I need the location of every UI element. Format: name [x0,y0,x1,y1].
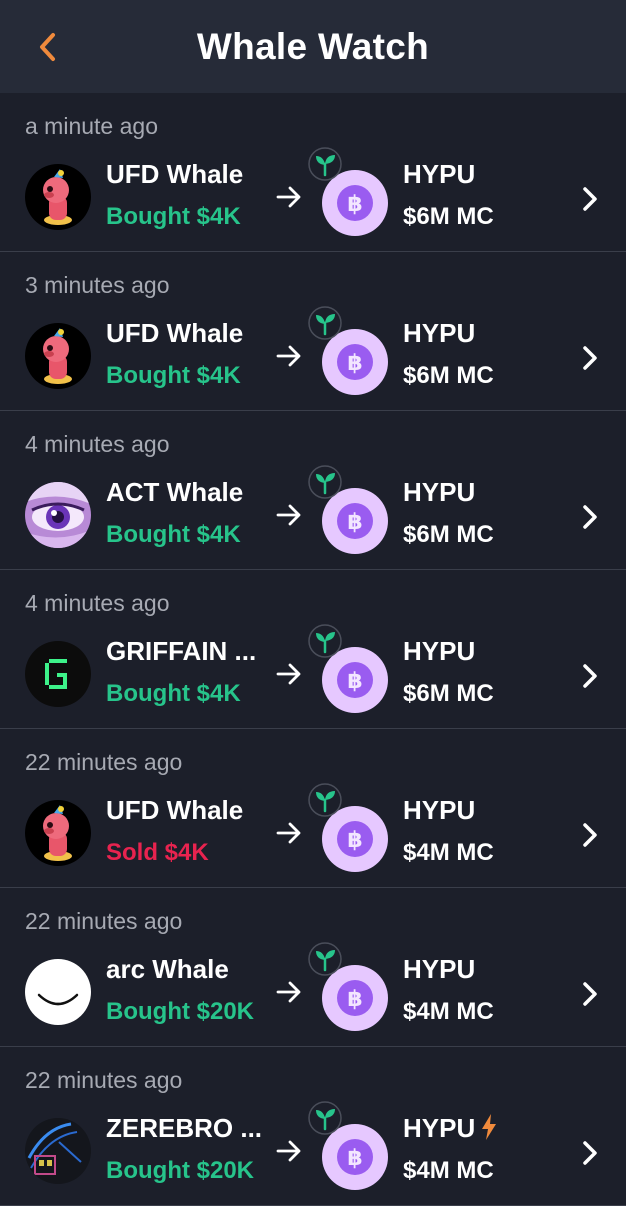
whale-name: UFD Whale [106,318,244,348]
list-item[interactable]: 4 minutes ago ACT Whale Bought $4K ฿ HYPU $6M… [0,411,626,570]
time-label: a minute ago [25,113,158,139]
chevron-right-icon [580,980,600,1008]
list-item[interactable]: a minute ago UFD Whale Bought $4K ฿ HYPU $6M … [0,93,626,252]
list-item[interactable]: 3 minutes ago UFD Whale Bought $4K ฿ HYPU $6M… [0,252,626,411]
whale-name: GRIFFAIN ... [106,636,257,666]
chevron-right-icon [580,821,600,849]
whale-avatar [25,164,91,230]
trade-amount: Sold $4K [106,839,209,866]
chevron-right-icon [580,662,600,690]
time-label: 22 minutes ago [25,1067,183,1093]
token-name: HYPU [403,159,475,190]
arrow-right-icon [275,342,303,370]
svg-text:฿: ฿ [347,828,362,853]
whale-avatar [25,323,91,389]
token-symbol: HYPU [403,318,476,348]
time-label: 22 minutes ago [25,749,183,775]
sprout-icon [308,1101,342,1135]
arrow-right-icon [275,1137,303,1165]
chevron-right-icon [580,344,600,372]
arrow-right-icon [275,501,303,529]
svg-text:฿: ฿ [347,669,362,694]
token-symbol: HYPU [403,159,476,189]
whale-avatar [25,800,91,866]
back-button[interactable] [30,28,64,66]
token-name: HYPU [403,636,475,667]
market-cap: $6M MC [403,362,494,389]
token-symbol: HYPU [403,1113,476,1143]
list-item[interactable]: 22 minutes ago UFD Whale Sold $4K ฿ HYPU $4M … [0,729,626,888]
market-cap: $4M MC [403,839,494,866]
arrow-right-icon [275,819,303,847]
token-symbol: HYPU [403,636,476,666]
svg-text:฿: ฿ [347,192,362,217]
chevron-left-icon [40,33,55,61]
svg-text:฿: ฿ [347,351,362,376]
whale-avatar [25,959,91,1025]
token-name: HYPU [403,477,475,508]
trade-amount: Bought $20K [106,1157,255,1184]
time-label: 4 minutes ago [25,590,170,616]
list-item[interactable]: 4 minutes ago GRIFFAIN ... Bought $4K ฿ HYPU… [0,570,626,729]
svg-text:฿: ฿ [347,510,362,535]
sprout-icon [308,942,342,976]
arrow-right-icon [275,183,303,211]
sprout-icon [308,465,342,499]
lightning-icon [482,1114,497,1140]
whale-avatar [25,482,91,548]
token-name: HYPU [403,954,475,985]
chevron-right-icon [580,1139,600,1167]
token-name: HYPU [403,795,475,826]
chevron-right-icon [580,503,600,531]
whale-avatar [25,641,91,707]
trade-amount: Bought $4K [106,203,241,230]
svg-text:฿: ฿ [347,1146,362,1171]
market-cap: $6M MC [403,203,494,230]
whale-name: UFD Whale [106,159,244,189]
time-label: 3 minutes ago [25,272,170,298]
token-name: HYPU [403,1113,497,1144]
arrow-right-icon [275,978,303,1006]
trade-amount: Bought $4K [106,680,241,707]
trade-amount: Bought $20K [106,998,255,1025]
trade-amount: Bought $4K [106,521,241,548]
market-cap: $4M MC [403,998,494,1025]
market-cap: $6M MC [403,521,494,548]
sprout-icon [308,306,342,340]
list-item[interactable]: 22 minutes ago ZEREBRO ... Bought $20K ฿ HYP… [0,1047,626,1206]
token-symbol: HYPU [403,477,476,507]
whale-activity-list: a minute ago UFD Whale Bought $4K ฿ HYPU $6M … [0,93,626,1206]
sprout-icon [308,624,342,658]
whale-name: arc Whale [106,954,229,984]
token-symbol: HYPU [403,954,476,984]
token-name: HYPU [403,318,475,349]
trade-amount: Bought $4K [106,362,241,389]
whale-name: ACT Whale [106,477,244,507]
whale-avatar [25,1118,91,1184]
chevron-right-icon [580,185,600,213]
arrow-right-icon [275,660,303,688]
whale-name: UFD Whale [106,795,244,825]
time-label: 22 minutes ago [25,908,183,934]
list-item[interactable]: 22 minutes ago arc Whale Bought $20K ฿ HYPU $… [0,888,626,1047]
market-cap: $6M MC [403,680,494,707]
market-cap: $4M MC [403,1157,494,1184]
header: Whale Watch [0,0,626,93]
svg-text:฿: ฿ [347,987,362,1012]
sprout-icon [308,783,342,817]
whale-name: ZEREBRO ... [106,1113,263,1143]
sprout-icon [308,147,342,181]
page-title: Whale Watch [196,25,430,67]
time-label: 4 minutes ago [25,431,170,457]
token-symbol: HYPU [403,795,476,825]
